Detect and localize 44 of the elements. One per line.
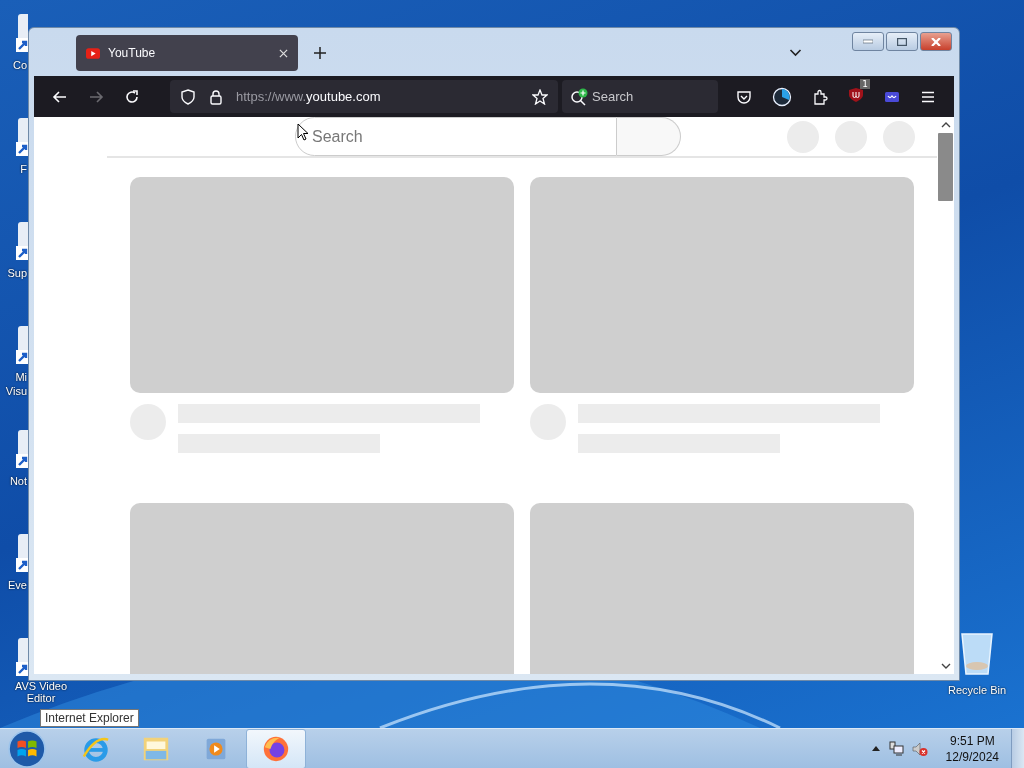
maximize-button[interactable] bbox=[886, 32, 918, 51]
desktop-icon-label[interactable]: Not bbox=[0, 474, 27, 488]
desktop-icon-label[interactable]: AVS Video Editor bbox=[6, 680, 76, 704]
clock[interactable]: 9:51 PM 12/9/2024 bbox=[945, 732, 999, 765]
maximize-icon bbox=[897, 37, 907, 46]
minimize-icon bbox=[863, 37, 873, 46]
close-icon[interactable] bbox=[279, 48, 288, 58]
network-icon[interactable] bbox=[887, 740, 904, 757]
shield-icon[interactable] bbox=[180, 88, 196, 105]
search-placeholder: Search bbox=[312, 127, 363, 146]
play-logo-icon bbox=[86, 47, 100, 59]
search-icon bbox=[570, 87, 588, 106]
browser-tab[interactable]: YouTube bbox=[76, 35, 298, 71]
desktop-icon-label[interactable]: Co bbox=[0, 58, 27, 72]
minimize-button[interactable] bbox=[852, 32, 884, 51]
lock-icon[interactable] bbox=[208, 88, 224, 105]
scroll-thumb[interactable] bbox=[938, 133, 953, 201]
desktop-icon-label[interactable]: Recycle Bin bbox=[944, 684, 1010, 696]
clock-time: 9:51 PM bbox=[949, 732, 995, 749]
start-button[interactable] bbox=[8, 729, 46, 768]
chevron-down-icon[interactable] bbox=[789, 49, 802, 57]
scroll-down-icon[interactable] bbox=[940, 663, 951, 669]
search-field[interactable]: Search bbox=[562, 80, 718, 113]
show-hidden-icons[interactable] bbox=[871, 746, 880, 751]
search-placeholder: Search bbox=[592, 89, 634, 104]
plus-icon[interactable] bbox=[314, 47, 326, 59]
desktop-icon-label[interactable]: Eve bbox=[0, 578, 27, 592]
close-icon bbox=[931, 37, 941, 46]
address-bar[interactable]: https://www.youtube.com bbox=[170, 80, 558, 113]
badge: 1 bbox=[860, 78, 870, 89]
desktop-icon-label[interactable]: F bbox=[0, 162, 27, 176]
desktop-icon-label[interactable]: Mi Visu bbox=[0, 370, 27, 398]
taskbar-button[interactable] bbox=[246, 728, 306, 768]
scroll-up-icon[interactable] bbox=[940, 122, 951, 128]
clock-date: 12/9/2024 bbox=[945, 748, 999, 765]
desktop-icon-label[interactable]: Sup bbox=[0, 266, 27, 280]
url-text: https://www.youtube.com bbox=[236, 89, 382, 104]
close-button[interactable] bbox=[920, 32, 952, 51]
tooltip: Internet Explorer bbox=[40, 709, 139, 727]
tab-title: YouTube bbox=[108, 46, 157, 60]
recycle-bin-icon[interactable] bbox=[959, 630, 995, 678]
speaker-muted-icon[interactable] bbox=[911, 740, 928, 757]
star-icon[interactable] bbox=[532, 88, 548, 105]
mouse-cursor-icon bbox=[297, 123, 309, 141]
